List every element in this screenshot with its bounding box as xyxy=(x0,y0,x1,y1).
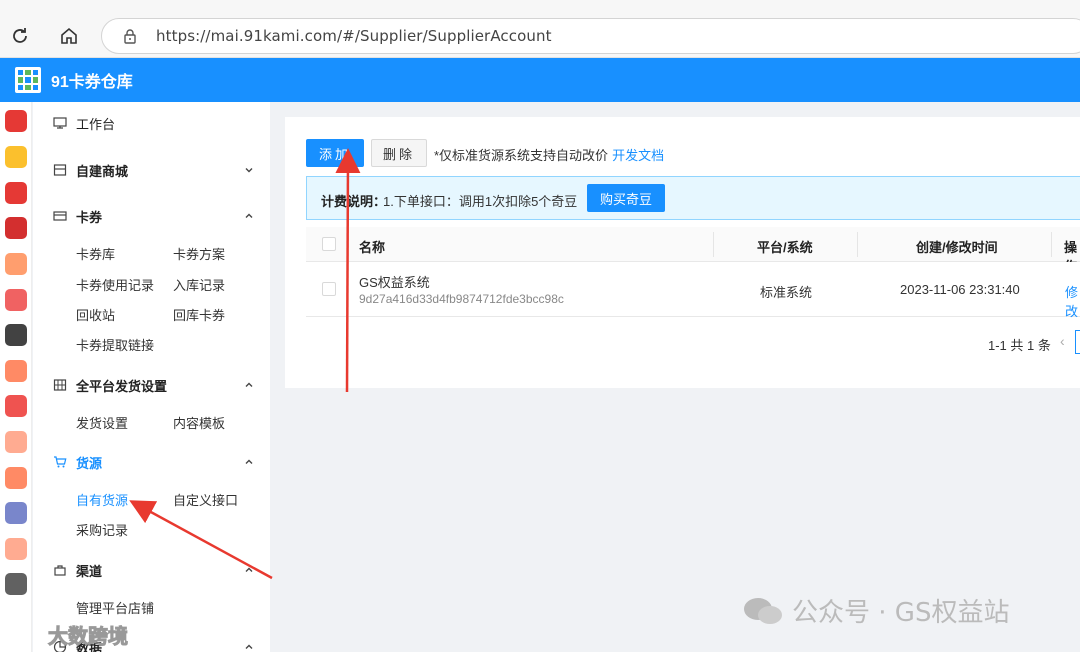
bag-icon xyxy=(54,565,66,576)
menu-label: 卡券 xyxy=(76,209,103,225)
table-header: 名称 平台/系统 创建/修改时间 操作 xyxy=(306,227,1080,274)
submenu-returned-cards[interactable]: 回库卡券 xyxy=(173,305,225,324)
sidebar: 工作台 自建商城 卡券 卡券库 卡券方案 卡券使用记录 入库记录 回收站 回库卡… xyxy=(33,102,270,652)
address-bar[interactable]: https://mai.91kami.com/#/Supplier/Suppli… xyxy=(101,18,1080,54)
grid-icon xyxy=(53,379,67,391)
app-shortcut-icon[interactable] xyxy=(5,217,27,239)
menu-label: 工作台 xyxy=(76,116,116,132)
cart-icon xyxy=(54,456,67,468)
pagination-summary: 1-1 共 1 条 xyxy=(988,338,1051,353)
app-shortcut-icon[interactable] xyxy=(5,360,27,382)
row-name: GS权益系统 xyxy=(359,275,430,290)
buy-credits-button[interactable]: 购买奇豆 xyxy=(587,184,665,212)
menu-label: 货源 xyxy=(76,455,103,471)
submenu-content-template[interactable]: 内容模板 xyxy=(173,413,225,432)
wechat-watermark: 公众号 · GS权益站 xyxy=(742,592,1009,629)
submenu-card-library[interactable]: 卡券库 xyxy=(76,244,115,263)
billing-label: 计费说明： xyxy=(321,194,387,209)
card-icon xyxy=(53,211,67,221)
table-row: GS权益系统 9d27a416d33d4fb9874712fde3bcc98c … xyxy=(306,262,1080,320)
note-text: *仅标准货源系统支持自动改价 xyxy=(434,148,609,163)
submenu-card-extract-link[interactable]: 卡券提取链接 xyxy=(76,335,154,354)
app-shortcut-icon[interactable] xyxy=(5,324,27,346)
app-shortcut-icon[interactable] xyxy=(5,110,27,132)
auto-price-note: *仅标准货源系统支持自动改价 开发文档 xyxy=(434,145,664,164)
chevron-up-icon xyxy=(245,459,253,464)
menu-card[interactable]: 卡券 xyxy=(33,205,270,227)
menu-delivery-settings[interactable]: 全平台发货设置 xyxy=(33,374,270,396)
app-shortcut-icon[interactable] xyxy=(5,538,27,560)
app-shortcut-icon[interactable] xyxy=(5,431,27,453)
menu-self-mall[interactable]: 自建商城 xyxy=(33,159,270,181)
app-shortcut-icon[interactable] xyxy=(5,182,27,204)
menu-label: 自建商城 xyxy=(76,163,129,179)
submenu-delivery-setting[interactable]: 发货设置 xyxy=(76,413,128,432)
select-all-checkbox[interactable] xyxy=(322,237,336,251)
app-title: 91卡券仓库 xyxy=(51,74,133,91)
chevron-up-icon xyxy=(245,213,253,218)
app-shortcut-strip xyxy=(0,102,32,652)
app-shortcut-icon[interactable] xyxy=(5,395,27,417)
delete-button[interactable]: 删除 xyxy=(371,139,427,167)
chevron-up-icon xyxy=(245,644,253,649)
submenu-manage-stores[interactable]: 管理平台店铺 xyxy=(76,598,154,617)
watermark-left-text: 大数跨境 xyxy=(48,626,129,649)
app-logo xyxy=(15,67,41,93)
row-platform: 标准系统 xyxy=(760,285,813,300)
menu-channel[interactable]: 渠道 xyxy=(33,559,270,581)
menu-label: 全平台发货设置 xyxy=(76,378,168,394)
column-header-platform: 平台/系统 xyxy=(757,240,813,255)
chevron-up-icon xyxy=(245,382,253,387)
browser-toolbar: https://mai.91kami.com/#/Supplier/Suppli… xyxy=(0,0,1080,58)
add-button[interactable]: 添加 xyxy=(306,139,364,167)
row-key: 9d27a416d33d4fb9874712fde3bcc98c xyxy=(359,292,564,306)
page-button[interactable] xyxy=(1075,330,1080,354)
app-shortcut-icon[interactable] xyxy=(5,467,27,489)
billing-info-bar: 计费说明： 1.下单接口：调用1次扣除5个奇豆 购买奇豆 xyxy=(306,176,1080,220)
app-shortcut-icon[interactable] xyxy=(5,502,27,524)
submenu-card-usage-log[interactable]: 卡券使用记录 xyxy=(76,275,154,294)
row-edit-link[interactable]: 修改 xyxy=(1065,282,1080,320)
watermark-text: 公众号 · GS权益站 xyxy=(792,598,1010,628)
monitor-icon xyxy=(53,117,67,129)
menu-workbench[interactable]: 工作台 xyxy=(33,112,270,134)
submenu-custom-api[interactable]: 自定义接口 xyxy=(173,490,238,509)
reload-icon[interactable] xyxy=(6,22,34,50)
dev-docs-link[interactable]: 开发文档 xyxy=(612,148,664,163)
submenu-recycle-bin[interactable]: 回收站 xyxy=(76,305,115,324)
app-shortcut-icon[interactable] xyxy=(5,146,27,168)
menu-label: 渠道 xyxy=(76,563,103,579)
app-shortcut-icon[interactable] xyxy=(5,573,27,595)
submenu-card-plan[interactable]: 卡券方案 xyxy=(173,244,225,263)
app-header: 91卡券仓库 xyxy=(0,58,1080,102)
row-time: 2023-11-06 23:31:40 xyxy=(900,282,1020,297)
chevron-up-icon xyxy=(245,567,253,572)
chevron-down-icon xyxy=(245,168,253,173)
submenu-own-supply[interactable]: 自有货源 xyxy=(76,490,128,509)
url-text: https://mai.91kami.com/#/Supplier/Suppli… xyxy=(156,27,552,45)
submenu-purchase-log[interactable]: 采购记录 xyxy=(76,520,128,539)
chevron-left-icon[interactable]: ‹ xyxy=(1060,333,1065,349)
billing-text: 1.下单接口：调用1次扣除5个奇豆 xyxy=(383,194,578,209)
column-header-name: 名称 xyxy=(359,240,386,255)
row-checkbox[interactable] xyxy=(322,282,336,296)
wechat-icon xyxy=(744,597,782,624)
app-shortcut-icon[interactable] xyxy=(5,289,27,311)
column-header-time: 创建/修改时间 xyxy=(916,240,998,255)
submenu-stock-in-log[interactable]: 入库记录 xyxy=(173,275,225,294)
corner-watermark: 大数跨境 xyxy=(8,620,129,649)
app-shortcut-icon[interactable] xyxy=(5,253,27,275)
lock-icon xyxy=(124,29,136,44)
menu-supply[interactable]: 货源 xyxy=(33,451,270,473)
home-icon[interactable] xyxy=(55,22,83,50)
store-icon xyxy=(53,164,67,176)
